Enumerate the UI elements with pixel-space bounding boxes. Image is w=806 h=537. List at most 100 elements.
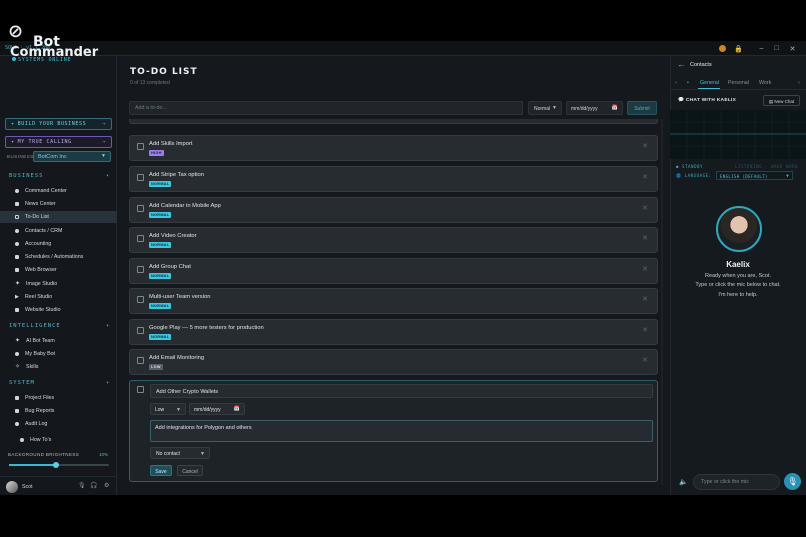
edit-priority-select[interactable]: Low ▼: [150, 403, 186, 415]
audit-icon: [15, 422, 19, 426]
save-button[interactable]: Save: [150, 465, 172, 476]
brightness-fill: [9, 464, 56, 466]
cancel-button[interactable]: Cancel: [177, 465, 203, 476]
nav-project-files[interactable]: Project Files: [0, 392, 117, 404]
priority-select[interactable]: Normal ▼: [528, 101, 562, 115]
mic-button[interactable]: 🎙: [784, 473, 801, 490]
nav-image-studio[interactable]: ✦ Image Studio: [0, 278, 117, 290]
delete-icon[interactable]: ✕: [642, 234, 648, 242]
todo-checkbox[interactable]: [137, 357, 144, 364]
tab-personal[interactable]: Personal: [728, 80, 749, 86]
edit-date-input[interactable]: mm/dd/yyyy 📅: [189, 403, 245, 415]
nav-web-browser[interactable]: Web Browser: [0, 264, 117, 276]
nav-ai-bot-team[interactable]: ✦ AI Bot Team: [0, 335, 117, 347]
speaker-icon[interactable]: 🔈: [679, 478, 688, 486]
nav-todo-list[interactable]: To-Do List: [0, 211, 117, 223]
delete-icon[interactable]: ✕: [642, 204, 648, 212]
nav-my-baby-bot[interactable]: My Baby Bot: [0, 348, 117, 360]
todo-item[interactable]: Add Calendar in Mobile App NORMAL ✕: [129, 197, 658, 223]
tabs-next-icon[interactable]: ›: [798, 80, 800, 86]
build-business-button[interactable]: ✦ BUILD YOUR BUSINESS →: [5, 118, 112, 130]
nav-skills[interactable]: ✧ Skills: [0, 361, 117, 373]
todo-checkbox[interactable]: [137, 327, 144, 334]
section-system[interactable]: SYSTEM ▾: [9, 380, 109, 386]
section-intelligence[interactable]: INTELLIGENCE ▾: [9, 323, 109, 329]
agent-message: Type or click the mic below to chat.: [695, 282, 781, 288]
delete-icon[interactable]: ✕: [642, 265, 648, 273]
tabs-prev-icon[interactable]: ‹: [675, 80, 677, 86]
lock-icon[interactable]: 🔒: [733, 43, 744, 54]
edit-description-textarea[interactable]: Add integrations for Polygon and others: [150, 420, 653, 442]
close-icon[interactable]: ✕: [787, 43, 798, 54]
microphone-icon[interactable]: 🎙: [78, 482, 86, 489]
brightness-knob[interactable]: [53, 462, 59, 468]
back-arrow-icon[interactable]: ←: [677, 59, 686, 69]
todo-item[interactable]: [129, 119, 658, 124]
business-selected: BotCom Inc: [38, 154, 67, 160]
todo-checkbox[interactable]: [137, 235, 144, 242]
submit-button[interactable]: Submit: [627, 101, 657, 115]
user-name: Scot: [22, 484, 33, 490]
tab-work[interactable]: Work: [759, 80, 771, 86]
tabs-dot-icon: •: [687, 80, 689, 86]
chat-input[interactable]: Type or click the mic: [693, 474, 780, 490]
coin-icon[interactable]: [717, 43, 728, 54]
delete-icon[interactable]: ✕: [642, 173, 648, 181]
language-select[interactable]: ENGLISH (DEFAULT) ▼: [716, 171, 793, 180]
star-icon: ✧: [15, 364, 21, 370]
minimize-icon[interactable]: –: [756, 43, 767, 54]
todo-item[interactable]: Google Play — 5 more testers for product…: [129, 319, 658, 345]
nav-accounting[interactable]: Accounting: [0, 238, 117, 250]
delete-icon[interactable]: ✕: [642, 356, 648, 364]
microphone-icon: 🎙: [787, 477, 798, 486]
add-todo-input[interactable]: Add a to-do...: [129, 101, 523, 115]
todo-item[interactable]: Add Skills Import HIGH ✕: [129, 135, 658, 161]
todo-checkbox[interactable]: [137, 266, 144, 273]
nav-contacts-crm[interactable]: Contacts / CRM: [0, 225, 117, 237]
voice-status-hint: · LISTENING · WAKE WORD: [729, 164, 799, 169]
nav-news-center[interactable]: News Center: [0, 198, 117, 210]
nav-audit-log[interactable]: Audit Log: [0, 418, 117, 430]
nav-website-studio[interactable]: Website Studio: [0, 304, 117, 316]
delete-icon[interactable]: ✕: [642, 142, 648, 150]
nav-schedules[interactable]: Schedules / Automations: [0, 251, 117, 263]
delete-icon[interactable]: ✕: [642, 326, 648, 334]
todo-checkbox[interactable]: [137, 386, 144, 393]
todo-checkbox[interactable]: [137, 296, 144, 303]
todo-title: Add Email Monitoring: [149, 355, 205, 361]
nav-how-tos[interactable]: How To's: [0, 434, 117, 446]
nav-bug-reports[interactable]: Bug Reports: [0, 405, 117, 417]
tab-general[interactable]: General: [700, 80, 719, 86]
todo-item[interactable]: Add Email Monitoring LOW ✕: [129, 349, 658, 375]
due-date-input[interactable]: mm/dd/yyyy 📅: [566, 101, 623, 115]
edit-contact-select[interactable]: No contact ▼: [150, 447, 210, 459]
edit-title-input[interactable]: Add Other Crypto Wallets: [150, 384, 653, 398]
business-select[interactable]: BotCom Inc ▼: [33, 151, 111, 162]
nav-label: Bug Reports: [25, 408, 55, 414]
todo-item[interactable]: Add Video Creator NORMAL ✕: [129, 227, 658, 253]
section-business[interactable]: BUSINESS ▾: [9, 173, 109, 179]
brightness-slider[interactable]: [9, 462, 109, 468]
true-calling-button[interactable]: ✦ MY TRUE CALLING →: [5, 136, 112, 148]
headphones-icon[interactable]: 🎧: [90, 482, 97, 489]
nav-reel-studio[interactable]: ▶ Reel Studio: [0, 291, 117, 303]
nav-command-center[interactable]: Command Center: [0, 185, 117, 197]
nav-label: Command Center: [25, 188, 67, 194]
maximize-icon[interactable]: □: [771, 43, 782, 54]
todo-item[interactable]: Multi-user Team version NORMAL ✕: [129, 288, 658, 314]
todo-item[interactable]: Add Group Chat NORMAL ✕: [129, 258, 658, 284]
nav-label: Website Studio: [25, 307, 61, 313]
avatar[interactable]: [6, 481, 18, 493]
new-chat-button[interactable]: ▤ New Chat: [763, 95, 800, 106]
todo-checkbox[interactable]: [137, 174, 144, 181]
business-label: BUSINESS:: [7, 154, 36, 159]
calendar-icon[interactable]: 📅: [234, 406, 240, 412]
gear-icon[interactable]: ⚙: [104, 482, 109, 489]
delete-icon[interactable]: ✕: [642, 295, 648, 303]
sparkle-icon: ✦: [11, 121, 15, 127]
todo-checkbox[interactable]: [137, 143, 144, 150]
todo-checkbox[interactable]: [137, 205, 144, 212]
todo-item[interactable]: Add Stripe Tax option NORMAL ✕: [129, 166, 658, 192]
list-scrollbar[interactable]: [661, 119, 663, 485]
calendar-icon[interactable]: 📅: [612, 105, 618, 111]
